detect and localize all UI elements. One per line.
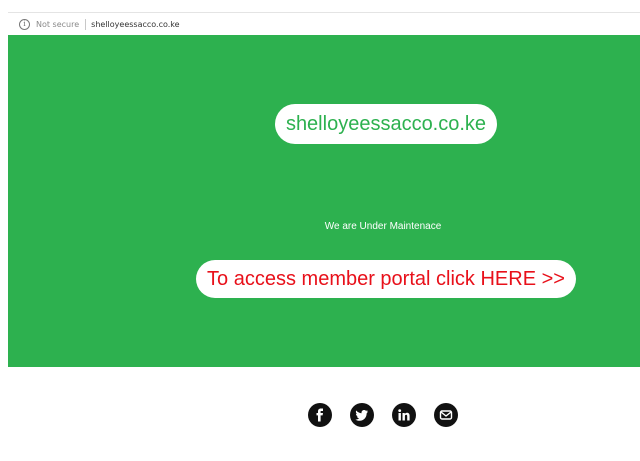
- maintenance-message: We are Under Maintenace: [324, 221, 442, 232]
- footer: [8, 367, 640, 461]
- linkedin-icon[interactable]: [392, 403, 416, 427]
- page: i Not secure shelloyeessacco.co.ke shell…: [0, 0, 640, 461]
- twitter-icon[interactable]: [350, 403, 374, 427]
- address-divider: [85, 18, 87, 30]
- security-label: Not secure: [36, 19, 80, 29]
- member-portal-link[interactable]: To access member portal click HERE >>: [196, 260, 576, 298]
- social-links: [308, 403, 458, 427]
- facebook-icon[interactable]: [308, 403, 332, 427]
- address-bar[interactable]: i Not secure shelloyeessacco.co.ke: [8, 12, 640, 35]
- url-text[interactable]: shelloyeessacco.co.ke: [91, 20, 179, 29]
- hero-banner: shelloyeessacco.co.ke We are Under Maint…: [8, 35, 640, 367]
- info-icon[interactable]: i: [19, 18, 30, 30]
- site-name-button[interactable]: shelloyeessacco.co.ke: [275, 104, 497, 144]
- email-icon[interactable]: [434, 403, 458, 427]
